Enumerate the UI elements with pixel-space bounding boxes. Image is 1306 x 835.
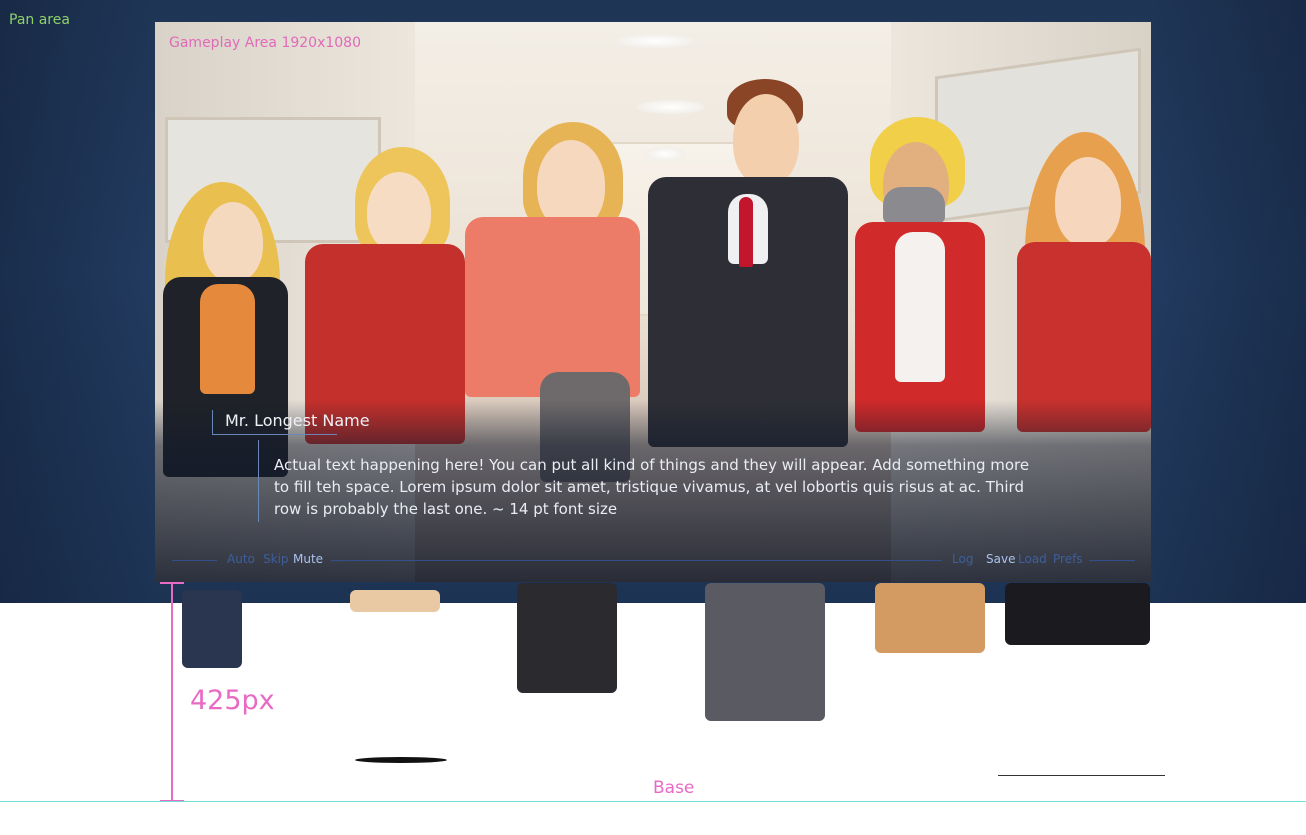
character-legs xyxy=(517,583,617,693)
speaker-name: Mr. Longest Name xyxy=(225,411,370,430)
ground-shadow xyxy=(355,757,447,763)
floor-line xyxy=(998,775,1165,776)
character-legs xyxy=(705,583,825,721)
log-button[interactable]: Log xyxy=(952,552,973,566)
dialogue-box: Mr. Longest Name Actual text happening h… xyxy=(155,400,1151,582)
character-legs xyxy=(875,583,985,653)
pan-area-label: Pan area xyxy=(9,12,70,28)
character-legs xyxy=(350,590,440,612)
base-label: Base xyxy=(653,778,695,798)
dialogue-frame-line xyxy=(258,440,259,522)
quick-menu-line xyxy=(172,560,217,561)
load-button[interactable]: Load xyxy=(1018,552,1047,566)
speaker-frame-line xyxy=(212,434,337,435)
base-line xyxy=(0,801,1306,802)
quick-menu-line xyxy=(331,560,942,561)
character-legs xyxy=(1005,583,1150,645)
character-legs xyxy=(182,590,242,668)
speaker-frame-line xyxy=(212,410,213,434)
quick-menu-line xyxy=(1089,560,1135,561)
dialogue-text: Actual text happening here! You can put … xyxy=(274,456,1030,518)
gameplay-area-label: Gameplay Area 1920x1080 xyxy=(169,35,361,51)
ceiling-lamp xyxy=(645,147,685,161)
ceiling-lamp xyxy=(637,100,705,114)
prefs-button[interactable]: Prefs xyxy=(1053,552,1083,566)
mute-button[interactable]: Mute xyxy=(293,552,323,566)
ceiling-lamp xyxy=(615,34,695,48)
skip-button[interactable]: Skip xyxy=(263,552,289,566)
auto-button[interactable]: Auto xyxy=(227,552,255,566)
save-button[interactable]: Save xyxy=(986,552,1015,566)
height-guide-label: 425px xyxy=(190,685,275,716)
height-guide-line xyxy=(171,582,173,802)
